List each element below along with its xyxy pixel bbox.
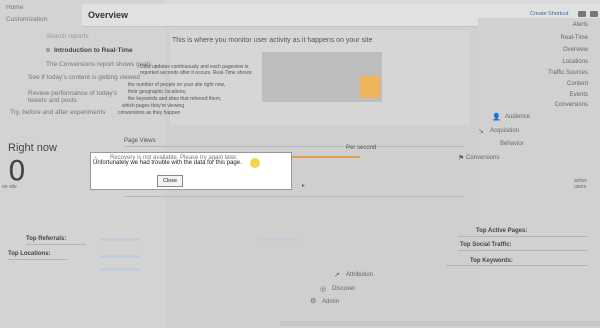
- top-social-traffic-label: Top Social Traffic:: [460, 242, 512, 248]
- acquisition-icon: ↘: [478, 128, 484, 135]
- sidebar-item-intro[interactable]: Introduction to Real-Time: [46, 47, 133, 54]
- attribution-icon: ↗: [334, 272, 340, 279]
- divider: [446, 265, 588, 266]
- user-icon[interactable]: [578, 11, 586, 17]
- placeholder-bar: [100, 238, 140, 241]
- intro-bullet-2: their geographic locations,: [128, 89, 187, 95]
- nav-section-audience[interactable]: Audience: [505, 114, 530, 120]
- right-now-label: Right now: [8, 142, 57, 154]
- nav-item-conversions-rt[interactable]: Conversions: [480, 102, 588, 108]
- chart-series-line: [290, 156, 360, 158]
- nav-item-locations[interactable]: Locations: [480, 59, 588, 65]
- page-title: Overview: [88, 10, 129, 20]
- top-locations-label: Top Locations:: [8, 251, 51, 257]
- person-icon: 👤: [492, 114, 501, 121]
- horizontal-scrollbar[interactable]: [280, 321, 600, 326]
- divider: [458, 250, 588, 251]
- intro-bullet-5: conversions as they happen: [118, 110, 181, 116]
- intro-bullet-4: which pages they're viewing: [122, 103, 185, 109]
- top-active-pages-label: Top Active Pages:: [476, 228, 528, 234]
- per-second-label: Per second: [346, 145, 377, 151]
- nav-item-traffic-sources[interactable]: Traffic Sources: [480, 70, 588, 76]
- gear-icon[interactable]: [590, 11, 598, 17]
- realtime-logo-icon: [360, 76, 380, 98]
- flag-icon: ⚑: [458, 155, 465, 162]
- intro-bullet-1: the number of people on your site right …: [128, 82, 226, 88]
- top-referrals-label: Top Referrals:: [26, 236, 67, 242]
- nav-item-alerts[interactable]: Alerts: [480, 22, 588, 28]
- divider: [8, 259, 68, 260]
- chevron-right-icon[interactable]: ▸: [302, 182, 305, 189]
- intro-heading: This is where you monitor user activity …: [172, 37, 373, 44]
- intro-body-2: reported seconds after it occurs. Real-T…: [140, 70, 253, 76]
- sidebar-item-social-tip[interactable]: Review performance of today's tweets and…: [28, 90, 128, 104]
- nav-item-admin[interactable]: Admin: [322, 299, 339, 305]
- sidebar-item-experiments-tip[interactable]: Try, before and after experiments: [10, 109, 105, 116]
- nav-item-attribution[interactable]: Attribution: [346, 272, 373, 278]
- top-keywords-label: Top Keywords:: [470, 258, 513, 264]
- active-users-count: 0: [8, 154, 26, 187]
- on-site-label: on site: [2, 184, 17, 190]
- nav-section-behavior[interactable]: Behavior: [500, 141, 524, 147]
- divider: [26, 244, 86, 245]
- chart-gridline-top: [124, 146, 464, 147]
- divider: [458, 236, 588, 237]
- nav-section-acquisition[interactable]: Acquisition: [490, 128, 519, 134]
- active-users-label: active users: [574, 178, 588, 190]
- cursor-highlight: [250, 158, 260, 168]
- page-views-label: Page Views: [124, 138, 156, 144]
- sidebar-item-home[interactable]: Home: [6, 4, 23, 11]
- intro-bullet-3: the keywords and sites that referred the…: [128, 96, 222, 102]
- sidebar-item-content-tip[interactable]: See if today's content is getting viewed: [28, 74, 140, 81]
- nav-item-content[interactable]: Content: [480, 81, 588, 87]
- discover-icon: ◎: [320, 286, 327, 293]
- nav-item-discover[interactable]: Discover: [332, 286, 355, 292]
- placeholder-bar: [100, 268, 140, 271]
- chart-gridline-bottom: [124, 196, 464, 197]
- nav-section-conversions[interactable]: Conversions: [466, 155, 499, 161]
- placeholder-bar: [258, 238, 298, 241]
- create-shortcut-link[interactable]: Create Shortcut: [530, 11, 569, 17]
- admin-gear-icon: ⚙: [310, 298, 317, 305]
- bullet-icon: [46, 48, 50, 53]
- sidebar-item-customization[interactable]: Customization: [6, 16, 47, 23]
- nav-item-events[interactable]: Events: [480, 92, 588, 98]
- sidebar-search-input[interactable]: Search reports: [46, 33, 89, 40]
- nav-item-realtime[interactable]: Real-Time: [480, 35, 588, 41]
- placeholder-bar: [100, 255, 140, 258]
- nav-item-overview[interactable]: Overview: [480, 47, 588, 53]
- close-button[interactable]: Close: [157, 175, 183, 187]
